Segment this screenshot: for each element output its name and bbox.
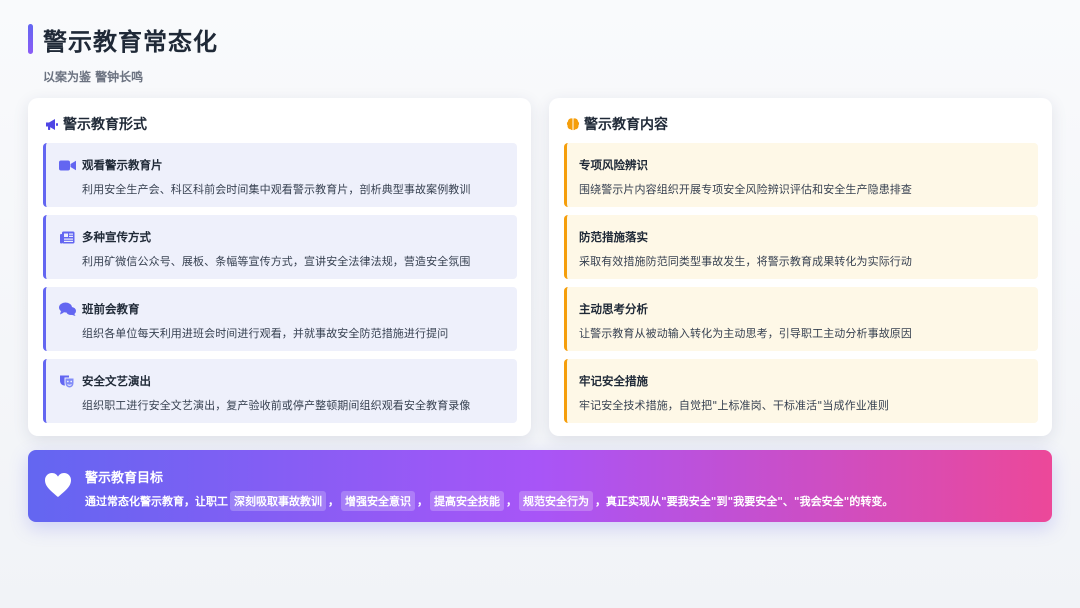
page-header: 警示教育常态化	[28, 22, 218, 56]
goal-highlight: 提高安全技能	[430, 491, 504, 511]
video-camera-icon	[58, 158, 76, 172]
goal-banner: 警示教育目标 通过常态化警示教育，让职工 深刻吸取事故教训 ， 增强安全意识 ，…	[28, 450, 1052, 522]
item-description: 牢记安全技术措施，自觉把"上标准岗、干标准活"当成作业准则	[579, 399, 890, 412]
page-subtitle: 以案为鉴 警钟长鸣	[43, 70, 144, 84]
item-title: 专项风险辨识	[579, 158, 648, 172]
item-title: 多种宣传方式	[82, 230, 151, 244]
item-title: 安全文艺演出	[82, 374, 151, 388]
megaphone-icon	[44, 116, 60, 132]
goal-separator: ，	[417, 495, 428, 508]
goal-highlight: 增强安全意识	[341, 491, 415, 511]
list-item: 牢记安全措施 牢记安全技术措施，自觉把"上标准岗、干标准活"当成作业准则	[564, 359, 1038, 423]
goal-suffix: ，真正实现从"要我安全"到"我要安全"、"我会安全"的转变。	[595, 495, 894, 508]
item-description: 组织职工进行安全文艺演出，复产验收前或停产整顿期间组织观看安全教育录像	[82, 399, 471, 412]
item-title: 观看警示教育片	[82, 158, 163, 172]
goal-separator: ，	[328, 495, 339, 508]
chat-bubbles-icon	[58, 302, 76, 316]
list-item: 安全文艺演出 组织职工进行安全文艺演出，复产验收前或停产整顿期间组织观看安全教育…	[43, 359, 517, 423]
item-description: 利用矿微信公众号、展板、条幅等宣传方式，宣讲安全法律法规，营造安全氛围	[82, 255, 471, 268]
goal-highlight: 规范安全行为	[519, 491, 593, 511]
list-item: 班前会教育 组织各单位每天利用进班会时间进行观看，并就事故安全防范措施进行提问	[43, 287, 517, 351]
item-description: 利用安全生产会、科区科前会时间集中观看警示教育片，剖析典型事故案例教训	[82, 183, 471, 196]
page-title: 警示教育常态化	[43, 27, 218, 56]
item-description: 让警示教育从被动输入转化为主动思考，引导职工主动分析事故原因	[579, 327, 912, 340]
item-description: 围绕警示片内容组织开展专项安全风险辨识评估和安全生产隐患排查	[579, 183, 912, 196]
forms-card: 警示教育形式 观看警示教育片 利用安全生产会、科区科前会时间集中观看警示教育片，…	[28, 98, 531, 436]
item-title: 牢记安全措施	[579, 374, 648, 388]
list-item: 专项风险辨识 围绕警示片内容组织开展专项安全风险辨识评估和安全生产隐患排查	[564, 143, 1038, 207]
list-item: 防范措施落实 采取有效措施防范同类型事故发生，将警示教育成果转化为实际行动	[564, 215, 1038, 279]
goal-title: 警示教育目标	[85, 471, 164, 486]
item-description: 采取有效措施防范同类型事故发生，将警示教育成果转化为实际行动	[579, 255, 912, 268]
newspaper-icon	[58, 230, 76, 244]
list-item: 观看警示教育片 利用安全生产会、科区科前会时间集中观看警示教育片，剖析典型事故案…	[43, 143, 517, 207]
goal-highlight: 深刻吸取事故教训	[230, 491, 326, 511]
forms-card-title: 警示教育形式	[63, 117, 147, 133]
list-item: 主动思考分析 让警示教育从被动输入转化为主动思考，引导职工主动分析事故原因	[564, 287, 1038, 351]
theater-masks-icon	[58, 374, 76, 389]
brain-icon	[565, 116, 581, 132]
title-accent-bar	[28, 24, 33, 54]
item-title: 防范措施落实	[579, 230, 648, 244]
heart-icon	[44, 472, 72, 498]
content-card-header: 警示教育内容	[565, 114, 668, 134]
goal-separator: ，	[506, 495, 517, 508]
forms-card-header: 警示教育形式	[44, 114, 147, 134]
goal-statement: 通过常态化警示教育，让职工 深刻吸取事故教训 ， 增强安全意识 ， 提高安全技能…	[85, 491, 893, 511]
list-item: 多种宣传方式 利用矿微信公众号、展板、条幅等宣传方式，宣讲安全法律法规，营造安全…	[43, 215, 517, 279]
item-description: 组织各单位每天利用进班会时间进行观看，并就事故安全防范措施进行提问	[82, 327, 449, 340]
content-card-title: 警示教育内容	[584, 117, 668, 133]
item-title: 主动思考分析	[579, 302, 648, 316]
item-title: 班前会教育	[82, 302, 140, 316]
goal-prefix: 通过常态化警示教育，让职工	[85, 495, 228, 508]
content-card: 警示教育内容 专项风险辨识 围绕警示片内容组织开展专项安全风险辨识评估和安全生产…	[549, 98, 1052, 436]
